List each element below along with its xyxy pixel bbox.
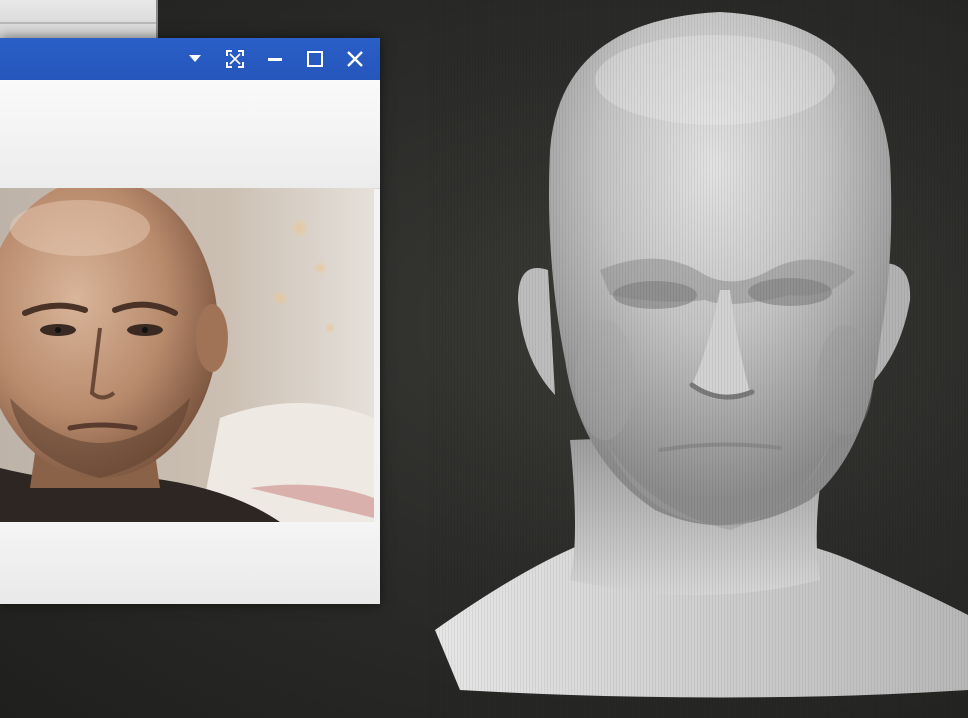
reference-photo <box>0 188 374 522</box>
fit-to-screen-icon[interactable] <box>222 46 248 72</box>
background-window-divider <box>0 22 156 24</box>
minimize-icon[interactable] <box>262 46 288 72</box>
reference-window-header-area <box>0 80 380 189</box>
reference-image-window[interactable] <box>0 38 380 604</box>
chevron-down-icon[interactable] <box>182 46 208 72</box>
maximize-icon[interactable] <box>302 46 328 72</box>
3d-head-model[interactable] <box>430 0 968 718</box>
close-icon[interactable] <box>342 46 368 72</box>
reference-window-titlebar[interactable] <box>0 38 380 80</box>
reference-window-footer-area <box>0 522 380 604</box>
3d-viewport[interactable] <box>0 0 968 718</box>
